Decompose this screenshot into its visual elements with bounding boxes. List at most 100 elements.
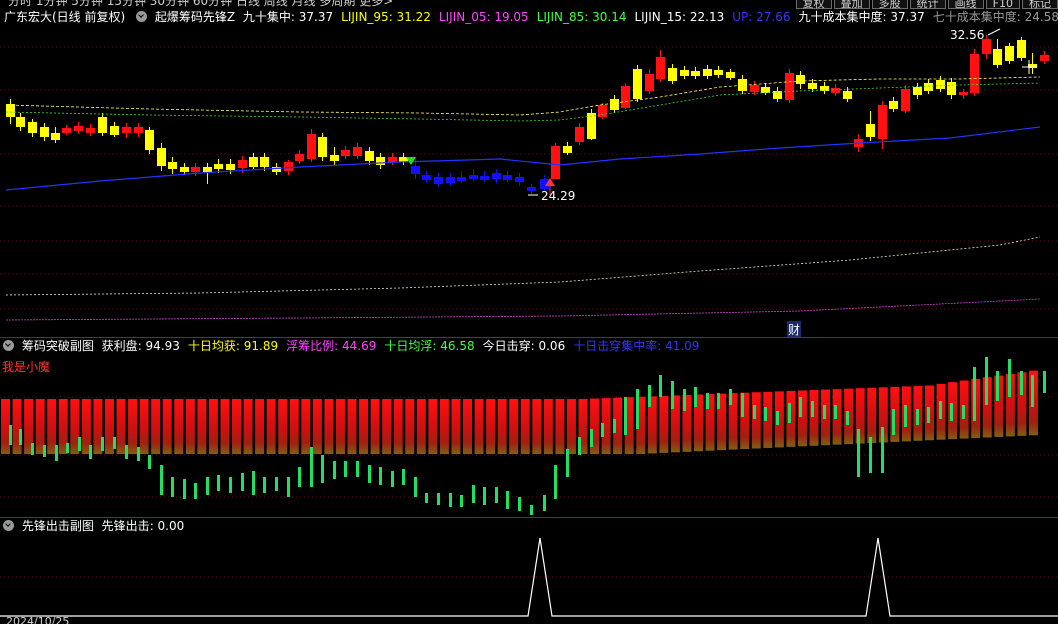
candle-body xyxy=(51,133,60,140)
chip-bar xyxy=(463,399,472,454)
float-chip-bar xyxy=(869,437,872,473)
float-chip-bar xyxy=(379,467,382,485)
float-chip-bar xyxy=(437,493,440,505)
candle-body xyxy=(970,54,979,93)
candle-body xyxy=(318,137,327,157)
candle-body xyxy=(808,83,817,89)
float-chip-bar xyxy=(753,405,756,419)
chip-bar xyxy=(232,399,241,454)
candle-body xyxy=(203,167,212,172)
toolbar-button[interactable]: 多股 xyxy=(871,0,908,9)
candle-body xyxy=(62,128,71,133)
chip-bar xyxy=(1,399,10,454)
float-chip-bar xyxy=(217,475,220,491)
candle-body xyxy=(515,177,524,182)
candle-body xyxy=(168,162,177,169)
candle-body xyxy=(575,127,584,142)
chip-bar xyxy=(543,399,553,454)
candle-body xyxy=(191,167,200,172)
float-chip-bar xyxy=(344,461,347,477)
chip-bar xyxy=(520,399,530,454)
candle-body xyxy=(866,124,875,137)
candle-body xyxy=(936,80,945,89)
chip-bar xyxy=(416,399,426,454)
chip-bar xyxy=(278,399,288,454)
candle-body xyxy=(831,88,840,93)
float-chip-bar xyxy=(566,449,569,477)
float-chip-bar xyxy=(996,371,999,401)
chip-bar xyxy=(382,399,392,454)
float-chip-bar xyxy=(950,403,953,421)
float-chip-bar xyxy=(543,495,546,511)
candle-body xyxy=(878,105,887,139)
sub1-chart[interactable] xyxy=(0,337,1058,517)
float-chip-bar xyxy=(962,405,965,419)
candle-body xyxy=(110,126,119,135)
float-chip-bar xyxy=(183,479,186,499)
toolbar-button[interactable]: 叠加 xyxy=(833,0,870,9)
float-chip-bar xyxy=(776,411,779,425)
chip-bar xyxy=(439,399,449,454)
candle-body xyxy=(446,177,455,183)
candle-body xyxy=(422,175,431,180)
low-price-label: 24.29 xyxy=(541,189,576,203)
candle-body xyxy=(587,113,596,139)
candle-body xyxy=(260,157,269,167)
chip-bar xyxy=(220,399,230,454)
chip-bar xyxy=(532,399,542,454)
sub2-chart[interactable] xyxy=(0,517,1058,617)
candle-body xyxy=(551,146,560,179)
float-chip-bar xyxy=(694,387,697,407)
float-chip-bar xyxy=(904,405,907,427)
chip-bar xyxy=(47,399,57,454)
toolbar-button[interactable]: 复权 xyxy=(795,0,832,9)
candle-body xyxy=(924,83,933,91)
cai-marker[interactable]: 财 xyxy=(787,321,802,338)
float-chip-bar xyxy=(449,493,452,507)
candle-body xyxy=(376,157,385,165)
chip-bar xyxy=(359,399,369,454)
toolbar-button[interactable]: 画线 xyxy=(947,0,984,9)
candle-body xyxy=(1005,46,1014,61)
main-chart[interactable] xyxy=(0,9,1058,337)
float-chip-bar xyxy=(137,447,140,461)
candle-body xyxy=(796,75,805,84)
chip-bar xyxy=(289,399,299,454)
chip-bar xyxy=(266,399,276,454)
float-chip-bar xyxy=(729,389,732,405)
float-chip-bar xyxy=(194,483,197,499)
float-chip-bar xyxy=(1031,375,1034,407)
float-chip-bar xyxy=(66,443,69,453)
float-chip-bar xyxy=(717,393,720,409)
candle-body xyxy=(295,154,304,161)
float-chip-bar xyxy=(939,401,942,419)
candle-body xyxy=(238,160,247,168)
toolbar-button[interactable]: F10 xyxy=(985,0,1020,9)
float-chip-bar xyxy=(31,443,34,455)
candle-body xyxy=(86,128,95,133)
float-chip-bar xyxy=(229,477,232,493)
toolbar-button[interactable]: 统计 xyxy=(909,0,946,9)
float-chip-bar xyxy=(590,429,593,447)
float-chip-bar xyxy=(1020,371,1023,395)
candle-body xyxy=(527,187,536,191)
chip-bar xyxy=(497,399,507,454)
period-tabs[interactable]: 分时 1分钟 5分钟 15分钟 30分钟 60分钟 日线 周线 月线 多周期 更… xyxy=(8,0,393,9)
chip-bar xyxy=(255,399,265,454)
candle-body xyxy=(214,164,223,169)
chip-bar xyxy=(139,399,149,454)
float-chip-bar xyxy=(985,357,988,405)
candle-body xyxy=(249,157,258,167)
period-toolbar: 分时 1分钟 5分钟 15分钟 30分钟 60分钟 日线 周线 月线 多周期 更… xyxy=(0,0,1058,9)
candle-body xyxy=(98,117,107,133)
candle-body xyxy=(469,175,478,179)
chip-bar xyxy=(174,399,184,454)
toolbar-button[interactable]: 标记 xyxy=(1022,0,1058,9)
candle-body xyxy=(1017,40,1026,58)
float-chip-bar xyxy=(764,407,767,421)
float-chip-bar xyxy=(298,467,301,487)
candle-body xyxy=(122,127,131,133)
candle-body xyxy=(480,176,489,180)
float-chip-bar xyxy=(368,465,371,483)
float-chip-bar xyxy=(125,445,128,459)
